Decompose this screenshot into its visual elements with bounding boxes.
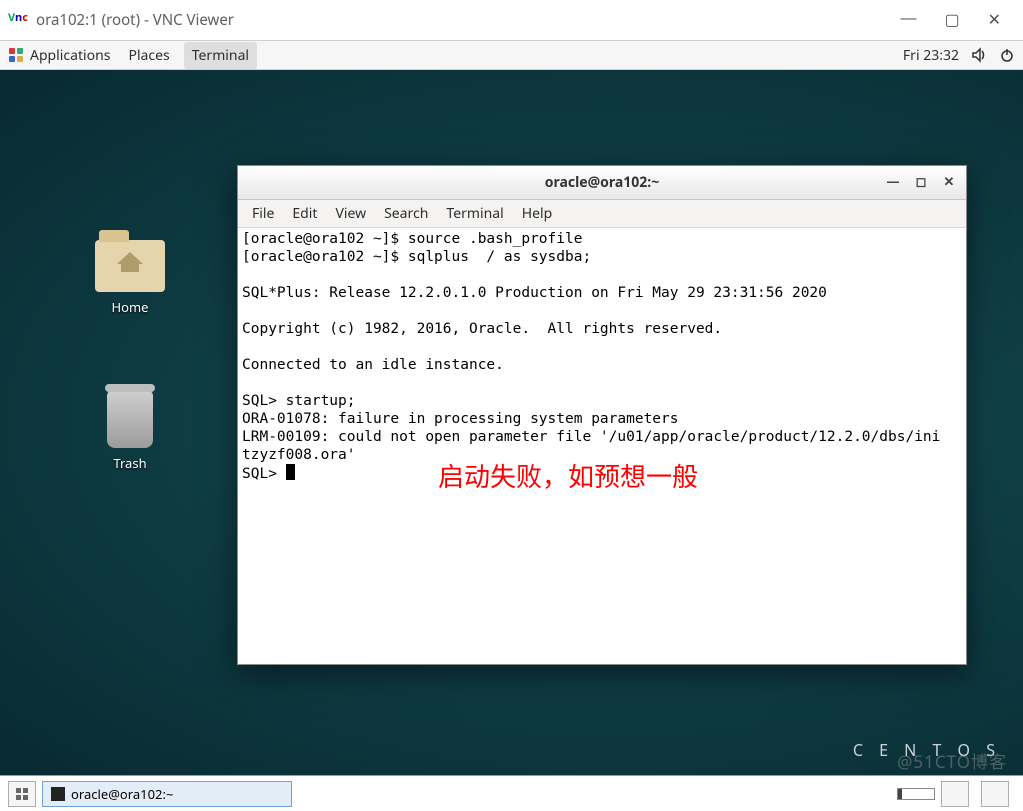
vnc-window: Vnc ora102:1 (root) - VNC Viewer — ▢ ✕ A…	[0, 0, 1023, 811]
applications-icon	[8, 47, 24, 63]
home-folder[interactable]: Home	[85, 240, 175, 316]
taskbar-item-label: oracle@ora102:~	[71, 785, 173, 803]
sound-icon[interactable]	[971, 47, 987, 63]
menu-applications[interactable]: Applications	[30, 46, 110, 65]
term-menu-edit[interactable]: Edit	[284, 201, 325, 226]
terminal-window[interactable]: oracle@ora102:~ — ◻ ✕ File Edit View Sea…	[237, 165, 967, 665]
term-menu-view[interactable]: View	[327, 201, 374, 226]
home-label: Home	[85, 298, 175, 316]
maximize-icon[interactable]: ▢	[944, 10, 959, 30]
terminal-body[interactable]: [oracle@ora102 ~]$ source .bash_profile …	[238, 228, 966, 664]
trash-label: Trash	[85, 454, 175, 472]
gnome-topbar: Applications Places Terminal Fri 23:32	[0, 40, 1023, 70]
progress-indicator	[897, 788, 935, 800]
annotation-text: 启动失败，如预想一般	[438, 468, 698, 486]
term-minimize-icon[interactable]: —	[882, 170, 904, 192]
vnc-title-text: ora102:1 (root) - VNC Viewer	[36, 10, 234, 30]
watermark: @51CTO博客	[897, 748, 1007, 773]
minimize-icon[interactable]: —	[900, 10, 916, 30]
desktop[interactable]: Home Trash C E N T O S oracle@ora102:~ —…	[0, 70, 1023, 775]
terminal-icon	[51, 787, 65, 801]
trash-icon	[107, 390, 153, 448]
power-icon[interactable]	[999, 47, 1015, 63]
terminal-titlebar[interactable]: oracle@ora102:~ — ◻ ✕	[238, 166, 966, 200]
menu-places[interactable]: Places	[128, 46, 169, 65]
vnc-logo-icon: Vnc	[8, 10, 28, 30]
home-icon	[115, 250, 145, 274]
term-menu-file[interactable]: File	[244, 201, 282, 226]
term-maximize-icon[interactable]: ◻	[910, 170, 932, 192]
trash[interactable]: Trash	[85, 390, 175, 472]
gnome-taskbar: oracle@ora102:~	[0, 775, 1023, 811]
term-menu-help[interactable]: Help	[514, 201, 561, 226]
terminal-title-text: oracle@ora102:~	[238, 173, 966, 192]
vnc-titlebar[interactable]: Vnc ora102:1 (root) - VNC Viewer — ▢ ✕	[0, 0, 1023, 40]
tray-button-2[interactable]	[981, 781, 1009, 807]
term-close-icon[interactable]: ✕	[938, 170, 960, 192]
terminal-menubar: File Edit View Search Terminal Help	[238, 200, 966, 228]
term-menu-search[interactable]: Search	[376, 201, 436, 226]
clock[interactable]: Fri 23:32	[903, 46, 959, 65]
taskbar-item-terminal[interactable]: oracle@ora102:~	[42, 781, 292, 807]
close-icon[interactable]: ✕	[988, 10, 1001, 30]
show-desktop-button[interactable]	[8, 781, 36, 807]
menu-terminal[interactable]: Terminal	[184, 42, 257, 69]
tray-button-1[interactable]	[941, 781, 969, 807]
term-menu-terminal[interactable]: Terminal	[438, 201, 511, 226]
